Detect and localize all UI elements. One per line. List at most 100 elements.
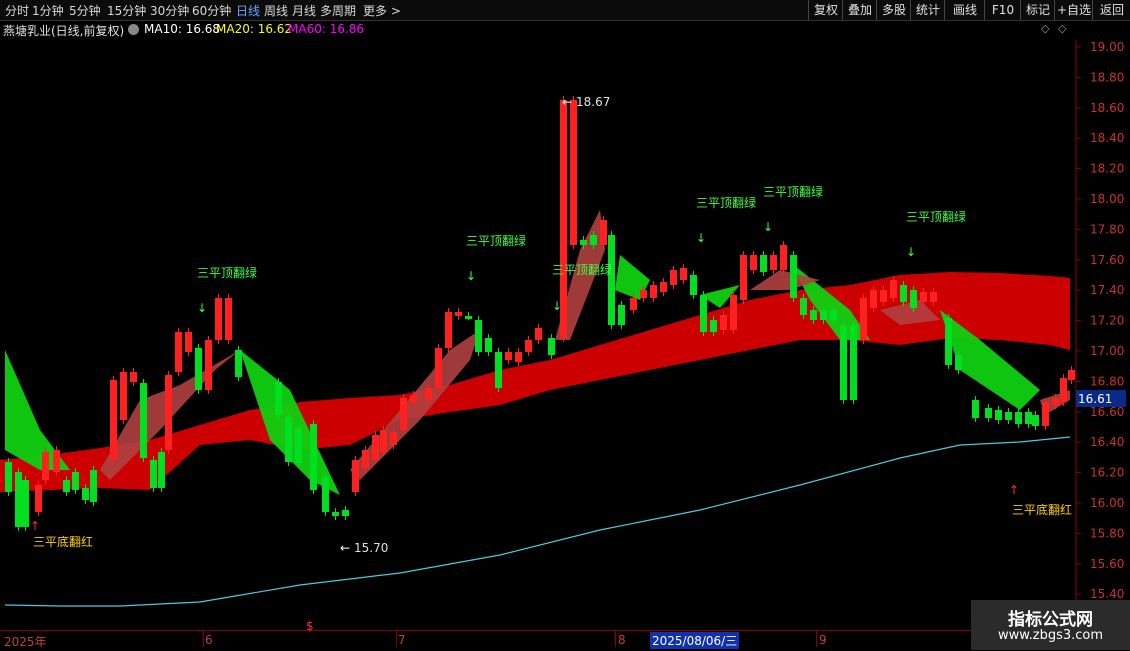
candle-down <box>342 510 349 516</box>
time-label-aug: 8 <box>618 633 626 647</box>
candle-up <box>1068 370 1075 380</box>
candle-up <box>890 280 897 298</box>
candle-up <box>600 220 607 245</box>
period-fenshi[interactable]: 分时 <box>5 2 29 19</box>
draw-line-button[interactable]: 画线 <box>944 0 985 20</box>
candle-down <box>820 310 827 320</box>
kline-chart[interactable]: 三平顶翻绿↓三平顶翻绿↓ 三平顶翻绿↓三平顶翻绿↓三平顶翻绿↓三平顶翻绿↓↑三平底… <box>0 40 1130 630</box>
high-price-label: 18.67 <box>576 95 610 109</box>
period-daily[interactable]: 日线 <box>236 2 260 19</box>
candle-down <box>495 352 502 388</box>
mark-button[interactable]: 标记 <box>1020 0 1055 20</box>
low-arrow-icon: ← <box>340 541 350 555</box>
candle-down <box>995 410 1002 420</box>
candle-down <box>475 320 482 352</box>
high-arrow-icon: ← <box>562 95 572 109</box>
price-tick-label: 18.60 <box>1090 101 1124 115</box>
candle-down <box>140 383 147 458</box>
signal-top-label: 三平顶翻绿 <box>466 233 526 248</box>
multi-stock-button[interactable]: 多股 <box>876 0 911 20</box>
ma60-value: MA60: 16.86 <box>288 22 365 36</box>
price-tick-label: 19.00 <box>1090 40 1124 54</box>
candle-up <box>650 285 657 298</box>
f10-button[interactable]: F10 <box>984 0 1021 20</box>
candle-down <box>235 350 242 377</box>
down-arrow-icon: ↓ <box>552 299 562 313</box>
expand-icon[interactable]: ◇ <box>1058 22 1066 35</box>
candle-up <box>372 435 379 460</box>
candle-up <box>380 430 387 452</box>
period-30min[interactable]: 30分钟 <box>150 2 189 19</box>
candle-up <box>35 485 42 512</box>
watermark-url: www.zbgs3.com <box>997 628 1104 643</box>
candle-down <box>285 417 292 462</box>
candle-down <box>322 477 329 512</box>
candle-down <box>158 452 165 488</box>
candle-down <box>1025 412 1032 424</box>
tick <box>615 631 616 647</box>
signal-top-label: 三平顶翻绿 <box>763 184 823 199</box>
candle-down <box>790 255 797 298</box>
candle-down <box>830 310 837 320</box>
period-multi[interactable]: 多周期 <box>320 2 356 19</box>
overlay-button[interactable]: 叠加 <box>842 0 877 20</box>
candle-down <box>690 275 697 295</box>
tick <box>203 631 204 647</box>
candle-up <box>525 340 532 352</box>
fuquan-button[interactable]: 复权 <box>808 0 843 20</box>
candle-down <box>465 316 472 319</box>
signal-bottom-label: 三平底翻红 <box>1012 502 1072 517</box>
candle-up <box>130 372 137 382</box>
period-1min[interactable]: 1分钟 <box>32 2 64 19</box>
candle-up <box>352 460 359 492</box>
stock-title: 燕塘乳业(日线,前复权) <box>3 24 125 38</box>
price-tick-label: 15.60 <box>1090 557 1124 571</box>
candle-up <box>435 348 442 388</box>
period-15min[interactable]: 15分钟 <box>107 2 146 19</box>
back-button[interactable]: 返回 <box>1092 0 1130 20</box>
candle-up <box>1060 378 1067 402</box>
candle-up <box>390 432 397 445</box>
period-monthly[interactable]: 月线 <box>292 2 316 19</box>
down-arrow-icon: ↓ <box>763 220 773 234</box>
price-tick-label: 17.40 <box>1090 283 1124 297</box>
down-arrow-icon: ↓ <box>466 269 476 283</box>
up-arrow-icon: ↑ <box>1009 483 1019 497</box>
add-watchlist-button[interactable]: +自选 <box>1054 0 1093 20</box>
down-arrow-icon: ↓ <box>197 301 207 315</box>
low-price-label: 15.70 <box>354 541 388 555</box>
candle-up <box>515 352 522 362</box>
candle-down <box>332 512 339 516</box>
price-tick-label: 18.00 <box>1090 192 1124 206</box>
candle-up <box>400 398 407 430</box>
period-toolbar: 分时 1分钟 5分钟 15分钟 30分钟 60分钟 日线 周线 月线 多周期 更… <box>0 0 1130 21</box>
period-5min[interactable]: 5分钟 <box>69 2 101 19</box>
candle-down <box>972 400 979 418</box>
price-tick-label: 17.60 <box>1090 253 1124 267</box>
candle-down <box>5 462 12 492</box>
price-axis: 19.00 18.80 18.60 18.40 18.20 18.00 17.80 17.60… <box>1076 40 1124 601</box>
candle-down <box>608 235 615 325</box>
candle-down <box>150 460 157 488</box>
period-weekly[interactable]: 周线 <box>264 2 288 19</box>
candle-up <box>670 270 677 285</box>
period-60min[interactable]: 60分钟 <box>192 2 231 19</box>
candle-up <box>53 450 60 472</box>
signal-top-label: 三平顶翻绿 <box>696 195 756 210</box>
up-arrow-icon: ↑ <box>30 519 40 533</box>
signal-top-label: 三平顶翻绿 <box>552 262 612 277</box>
tick <box>816 631 817 647</box>
site-watermark: 指标公式网 www.zbgs3.com <box>971 600 1130 650</box>
candle-up <box>42 452 49 480</box>
diamond-icon[interactable]: ◇ <box>1041 22 1049 35</box>
price-tick-label: 17.80 <box>1090 222 1124 236</box>
candle-up <box>780 245 787 270</box>
candle-down <box>590 235 597 245</box>
candle-down <box>810 310 817 320</box>
candle-up <box>1052 398 1059 405</box>
ma20-value: MA20: 16.62 <box>216 22 293 36</box>
candle-down <box>985 408 992 418</box>
period-more[interactable]: 更多 > <box>363 2 401 19</box>
stats-button[interactable]: 统计 <box>910 0 945 20</box>
settings-circle-icon[interactable] <box>128 24 139 35</box>
